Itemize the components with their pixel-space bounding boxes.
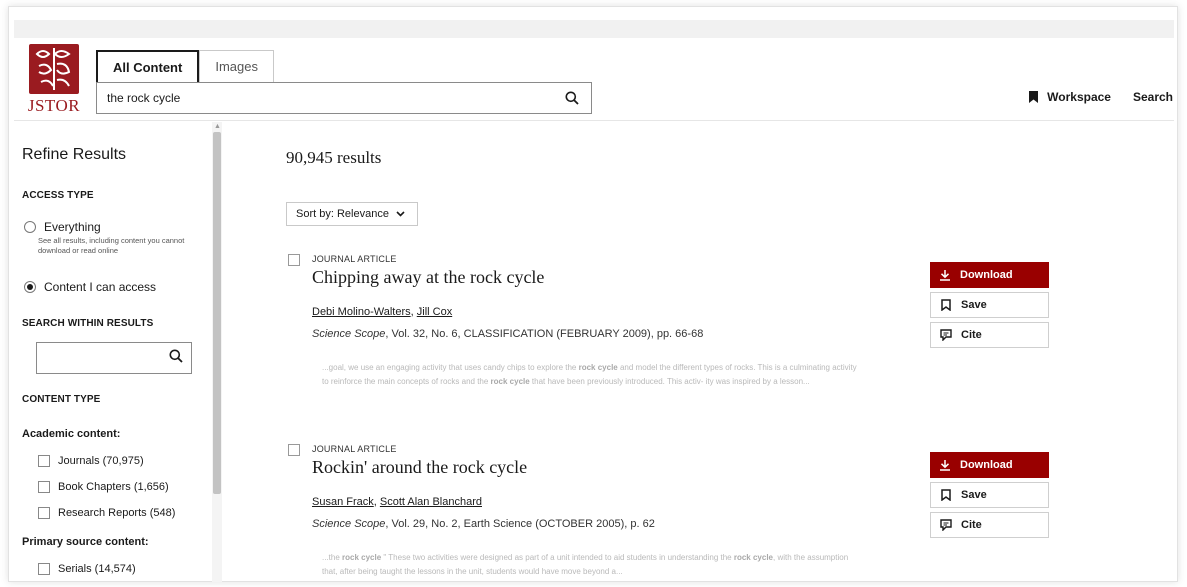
chevron-down-icon <box>396 211 405 217</box>
result-type: JOURNAL ARTICLE <box>312 444 397 454</box>
radio-access-button[interactable] <box>24 281 36 293</box>
result-snippet: ...goal, we use an engaging activity tha… <box>322 363 857 386</box>
search-within-heading: SEARCH WITHIN RESULTS <box>22 318 154 329</box>
filter-serials[interactable]: Serials (14,574) <box>38 563 136 575</box>
search-within-input[interactable] <box>43 349 163 367</box>
sort-label: Sort by: Relevance <box>296 208 389 220</box>
result-title[interactable]: Chipping away at the rock cycle <box>312 267 544 288</box>
jstor-logo-text: JSTOR <box>27 96 81 115</box>
result-authors: Debi Molino-Walters, Jill Cox <box>312 306 453 318</box>
access-type-heading: ACCESS TYPE <box>22 190 94 201</box>
result-actions: Download Save Cite <box>930 262 1049 348</box>
cite-button[interactable]: Cite <box>930 322 1049 348</box>
filter-research-reports-checkbox[interactable] <box>38 507 50 519</box>
primary-source-heading: Primary source content: <box>22 536 149 548</box>
cite-label: Cite <box>961 329 982 341</box>
main-search-input[interactable] <box>107 91 563 105</box>
filter-journals-label: Journals (70,975) <box>58 455 144 467</box>
author-link[interactable]: Jill Cox <box>417 306 452 318</box>
cite-label: Cite <box>961 519 982 531</box>
filter-research-reports[interactable]: Research Reports (548) <box>38 507 175 519</box>
content-type-heading: CONTENT TYPE <box>22 394 101 405</box>
sidebar-scrollbar-thumb[interactable] <box>213 132 221 494</box>
top-nav: Workspace Search <box>1029 90 1173 104</box>
filter-serials-checkbox[interactable] <box>38 563 50 575</box>
save-label: Save <box>961 489 987 501</box>
download-icon <box>938 268 952 282</box>
scroll-up-arrow-icon[interactable]: ▲ <box>214 123 221 130</box>
sort-dropdown[interactable]: Sort by: Relevance <box>286 202 418 226</box>
radio-access-label: Content I can access <box>44 280 157 294</box>
journal-name: Science Scope <box>312 518 386 530</box>
result-actions: Download Save Cite <box>930 452 1049 538</box>
cite-button[interactable]: Cite <box>930 512 1049 538</box>
header-divider <box>14 120 1174 121</box>
result-type: JOURNAL ARTICLE <box>312 254 397 264</box>
author-link[interactable]: Debi Molino-Walters <box>312 306 411 318</box>
result-select-checkbox[interactable] <box>288 254 300 266</box>
download-button[interactable]: Download <box>930 452 1049 478</box>
citation-details: , Vol. 29, No. 2, Earth Science (OCTOBER… <box>385 518 655 530</box>
search-within-box <box>36 342 192 374</box>
result-select-checkbox[interactable] <box>288 444 300 456</box>
download-icon <box>938 458 952 472</box>
download-label: Download <box>960 459 1013 471</box>
filter-journals-checkbox[interactable] <box>38 455 50 467</box>
quote-icon <box>939 518 953 532</box>
search-menu-link[interactable]: Search <box>1133 90 1173 104</box>
workspace-link[interactable]: Workspace <box>1029 90 1111 104</box>
result-citation: Science Scope, Vol. 29, No. 2, Earth Sci… <box>312 518 655 530</box>
save-label: Save <box>961 299 987 311</box>
jstor-logo-mark-icon <box>29 44 79 94</box>
refine-results-title: Refine Results <box>22 146 127 163</box>
download-label: Download <box>960 269 1013 281</box>
result-authors: Susan Frack, Scott Alan Blanchard <box>312 496 482 508</box>
everything-description: See all results, including content you c… <box>38 236 185 255</box>
author-link[interactable]: Susan Frack <box>312 496 374 508</box>
author-link[interactable]: Scott Alan Blanchard <box>380 496 482 508</box>
filter-serials-label: Serials (14,574) <box>58 563 136 575</box>
tab-all-content[interactable]: All Content <box>96 50 200 82</box>
radio-everything-label: Everything <box>44 220 101 234</box>
save-button[interactable]: Save <box>930 482 1049 508</box>
download-button[interactable]: Download <box>930 262 1049 288</box>
filter-book-chapters-label: Book Chapters (1,656) <box>58 481 169 493</box>
content-tabs: All Content Images <box>96 50 274 82</box>
filter-book-chapters-checkbox[interactable] <box>38 481 50 493</box>
quote-icon <box>939 328 953 342</box>
results-count: 90,945 results <box>286 148 382 167</box>
citation-details: , Vol. 32, No. 6, CLASSIFICATION (FEBRUA… <box>385 328 704 340</box>
bookmark-icon <box>1029 91 1039 103</box>
search-within-icon[interactable] <box>169 349 183 368</box>
result-citation: Science Scope, Vol. 32, No. 6, CLASSIFIC… <box>312 328 703 340</box>
main-search-bar <box>96 82 592 114</box>
academic-content-heading: Academic content: <box>22 428 121 440</box>
jstor-logo[interactable]: JSTOR <box>27 44 81 118</box>
radio-content-i-can-access[interactable]: Content I can access <box>24 280 156 294</box>
radio-everything-button[interactable] <box>24 221 36 233</box>
filter-book-chapters[interactable]: Book Chapters (1,656) <box>38 481 169 493</box>
save-button[interactable]: Save <box>930 292 1049 318</box>
workspace-label: Workspace <box>1047 90 1111 104</box>
filter-journals[interactable]: Journals (70,975) <box>38 455 144 467</box>
browser-top-strip <box>14 20 1174 38</box>
bookmark-outline-icon <box>939 488 953 502</box>
tab-images[interactable]: Images <box>199 50 274 82</box>
radio-everything[interactable]: Everything <box>24 220 101 234</box>
result-snippet: ...the rock cycle " These two activities… <box>322 553 849 576</box>
result-title[interactable]: Rockin' around the rock cycle <box>312 457 527 478</box>
search-icon[interactable] <box>563 89 581 107</box>
filter-research-reports-label: Research Reports (548) <box>58 507 176 519</box>
search-menu-label: Search <box>1132 90 1173 104</box>
journal-name: Science Scope <box>312 328 386 340</box>
bookmark-outline-icon <box>939 298 953 312</box>
